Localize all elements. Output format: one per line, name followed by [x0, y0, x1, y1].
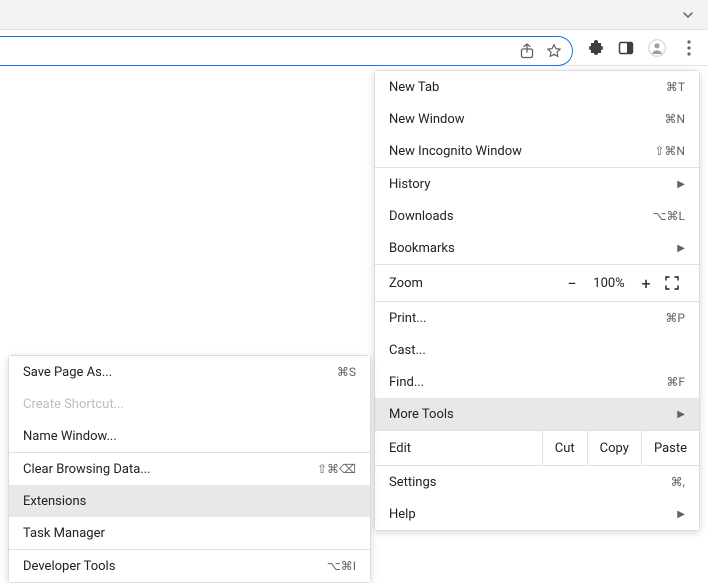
fullscreen-button[interactable] — [665, 276, 691, 290]
menu-label: Bookmarks — [389, 241, 671, 256]
menu-label: New Window — [389, 112, 664, 127]
tabs-chevron-icon[interactable] — [682, 9, 694, 21]
toolbar — [0, 30, 708, 66]
menu-label: Clear Browsing Data... — [23, 462, 317, 477]
menu-item-print[interactable]: Print... ⌘P — [375, 302, 699, 334]
menu-item-new-incognito[interactable]: New Incognito Window ⇧⌘N — [375, 135, 699, 167]
menu-item-bookmarks[interactable]: Bookmarks ▶ — [375, 232, 699, 264]
zoom-in-button[interactable]: + — [633, 274, 659, 293]
share-icon[interactable] — [520, 43, 534, 59]
menu-label: Extensions — [23, 494, 356, 509]
menu-label: Print... — [389, 311, 665, 326]
menu-item-settings[interactable]: Settings ⌘, — [375, 466, 699, 498]
menu-shortcut: ⌘P — [665, 311, 685, 325]
submenu-item-extensions[interactable]: Extensions — [9, 485, 370, 517]
chrome-main-menu: New Tab ⌘T New Window ⌘N New Incognito W… — [374, 70, 700, 531]
submenu-item-developer-tools[interactable]: Developer Tools ⌥⌘I — [9, 550, 370, 582]
submenu-item-name-window[interactable]: Name Window... — [9, 420, 370, 452]
menu-label: Cast... — [389, 343, 685, 358]
more-tools-submenu: Save Page As... ⌘S Create Shortcut... Na… — [8, 355, 371, 583]
submenu-item-save-page-as[interactable]: Save Page As... ⌘S — [9, 356, 370, 388]
menu-shortcut: ⌥⌘I — [327, 559, 356, 573]
menu-label: Create Shortcut... — [23, 397, 356, 412]
menu-item-cast[interactable]: Cast... — [375, 334, 699, 366]
zoom-value: 100% — [585, 276, 633, 291]
menu-label: More Tools — [389, 407, 671, 422]
menu-item-downloads[interactable]: Downloads ⌥⌘L — [375, 200, 699, 232]
menu-label: Settings — [389, 475, 671, 490]
menu-shortcut: ⌘, — [671, 475, 685, 489]
edit-label: Edit — [375, 441, 542, 456]
menu-label: Find... — [389, 375, 666, 390]
tab-strip — [0, 0, 708, 30]
cut-button[interactable]: Cut — [542, 431, 587, 465]
menu-shortcut: ⇧⌘⌫ — [317, 462, 356, 476]
menu-label: Developer Tools — [23, 559, 327, 574]
menu-label: History — [389, 177, 671, 192]
zoom-label: Zoom — [389, 276, 559, 291]
submenu-arrow-icon: ▶ — [677, 243, 685, 254]
menu-item-new-tab[interactable]: New Tab ⌘T — [375, 71, 699, 103]
menu-label: New Tab — [389, 80, 666, 95]
copy-button[interactable]: Copy — [587, 431, 641, 465]
menu-shortcut: ⌘F — [666, 375, 685, 389]
menu-label: Downloads — [389, 209, 653, 224]
menu-shortcut: ⌘N — [664, 112, 685, 126]
menu-label: Name Window... — [23, 429, 356, 444]
menu-item-new-window[interactable]: New Window ⌘N — [375, 103, 699, 135]
menu-item-edit: Edit Cut Copy Paste — [375, 431, 699, 465]
menu-item-more-tools[interactable]: More Tools ▶ — [375, 398, 699, 430]
menu-shortcut: ⌥⌘L — [653, 209, 685, 223]
menu-shortcut: ⌘T — [666, 80, 685, 94]
menu-shortcut: ⌘S — [337, 365, 356, 379]
paste-button[interactable]: Paste — [641, 431, 699, 465]
submenu-item-create-shortcut: Create Shortcut... — [9, 388, 370, 420]
omnibox[interactable] — [0, 36, 573, 66]
submenu-item-clear-browsing-data[interactable]: Clear Browsing Data... ⇧⌘⌫ — [9, 453, 370, 485]
menu-label: New Incognito Window — [389, 144, 654, 159]
submenu-arrow-icon: ▶ — [677, 179, 685, 190]
menu-item-find[interactable]: Find... ⌘F — [375, 366, 699, 398]
side-panel-icon[interactable] — [618, 40, 634, 56]
menu-label: Task Manager — [23, 526, 356, 541]
extensions-puzzle-icon[interactable] — [588, 40, 604, 56]
toolbar-icons — [588, 30, 698, 66]
zoom-out-button[interactable]: − — [559, 274, 585, 293]
menu-item-help[interactable]: Help ▶ — [375, 498, 699, 530]
menu-item-zoom: Zoom − 100% + — [375, 265, 699, 301]
submenu-arrow-icon: ▶ — [677, 409, 685, 420]
profile-icon[interactable] — [648, 39, 666, 57]
menu-label: Save Page As... — [23, 365, 337, 380]
chrome-menu-icon[interactable] — [680, 39, 698, 57]
menu-item-history[interactable]: History ▶ — [375, 168, 699, 200]
menu-label: Help — [389, 507, 671, 522]
submenu-item-task-manager[interactable]: Task Manager — [9, 517, 370, 549]
submenu-arrow-icon: ▶ — [677, 509, 685, 520]
menu-shortcut: ⇧⌘N — [654, 144, 685, 158]
star-icon[interactable] — [546, 43, 562, 59]
